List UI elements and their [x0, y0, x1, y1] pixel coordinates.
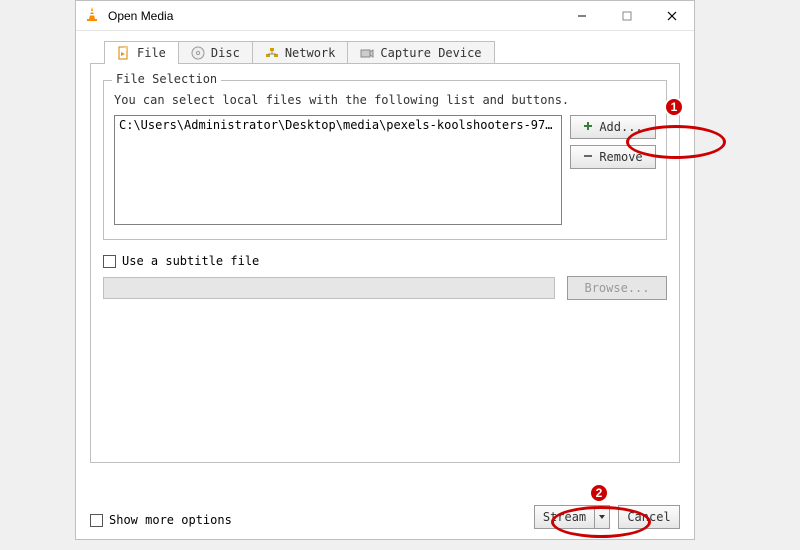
file-icon	[117, 46, 131, 60]
tab-capture-label: Capture Device	[380, 46, 481, 60]
tab-disc-label: Disc	[211, 46, 240, 60]
file-list-item[interactable]: C:\Users\Administrator\Desktop\media\pex…	[115, 116, 561, 134]
tab-disc[interactable]: Disc	[178, 41, 253, 64]
add-button[interactable]: Add...	[570, 115, 656, 139]
maximize-button[interactable]	[604, 1, 649, 31]
tab-network-label: Network	[285, 46, 336, 60]
file-selection-legend: File Selection	[112, 72, 221, 86]
stream-button-label: Stream	[543, 510, 586, 524]
footer-buttons: Stream Cancel	[534, 505, 680, 529]
stream-split-button[interactable]: Stream	[534, 505, 610, 529]
checkbox-icon	[103, 255, 116, 268]
add-button-label: Add...	[599, 120, 642, 134]
cancel-button-label: Cancel	[627, 510, 670, 524]
show-more-label: Show more options	[109, 513, 232, 527]
minus-icon	[583, 150, 593, 164]
tab-bar: File Disc Network Capture Device	[104, 41, 680, 64]
network-icon	[265, 46, 279, 60]
tab-file-label: File	[137, 46, 166, 60]
subtitle-checkbox-label: Use a subtitle file	[122, 254, 259, 268]
subtitle-checkbox[interactable]: Use a subtitle file	[103, 254, 667, 268]
tab-network[interactable]: Network	[252, 41, 349, 64]
plus-icon	[583, 120, 593, 134]
open-media-dialog: Open Media File Disc Network Capture Dev	[75, 0, 695, 540]
remove-button-label: Remove	[599, 150, 642, 164]
tab-file[interactable]: File	[104, 41, 179, 64]
subtitle-section: Use a subtitle file Browse...	[103, 254, 667, 300]
file-selection-help: You can select local files with the foll…	[114, 93, 656, 107]
capture-icon	[360, 46, 374, 60]
close-button[interactable]	[649, 1, 694, 31]
show-more-options[interactable]: Show more options	[90, 513, 232, 527]
titlebar: Open Media	[76, 1, 694, 31]
window-controls	[559, 1, 694, 31]
minimize-button[interactable]	[559, 1, 604, 31]
window-title: Open Media	[108, 9, 173, 23]
checkbox-icon	[90, 514, 103, 527]
cancel-button[interactable]: Cancel	[618, 505, 680, 529]
annotation-badge-2: 2	[589, 483, 609, 503]
browse-button-label: Browse...	[584, 281, 649, 295]
stream-button[interactable]: Stream	[534, 505, 594, 529]
chevron-down-icon	[598, 510, 606, 524]
client-area: File Disc Network Capture Device File Se…	[76, 31, 694, 477]
subtitle-path-input	[103, 277, 555, 299]
file-list[interactable]: C:\Users\Administrator\Desktop\media\pex…	[114, 115, 562, 225]
browse-button: Browse...	[567, 276, 667, 300]
disc-icon	[191, 46, 205, 60]
tab-capture[interactable]: Capture Device	[347, 41, 494, 64]
stream-dropdown-toggle[interactable]	[594, 505, 610, 529]
tab-panel: File Selection You can select local file…	[90, 63, 680, 463]
vlc-cone-icon	[84, 6, 100, 25]
file-selection-group: File Selection You can select local file…	[103, 80, 667, 240]
remove-button[interactable]: Remove	[570, 145, 656, 169]
